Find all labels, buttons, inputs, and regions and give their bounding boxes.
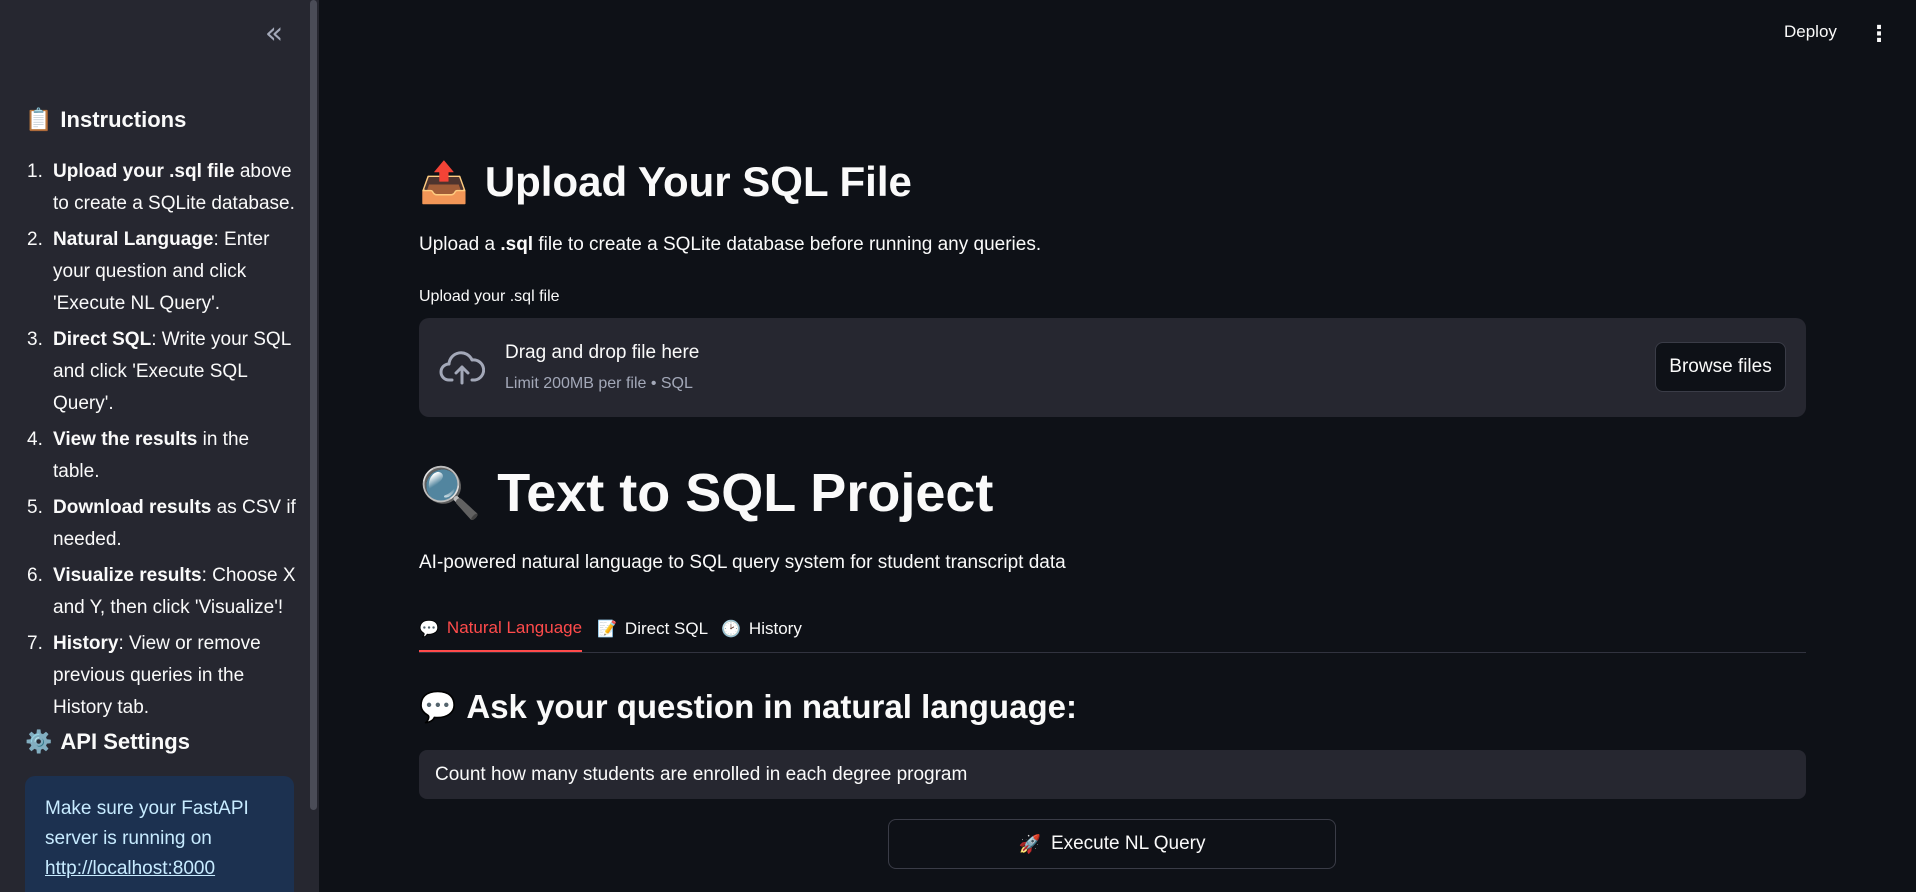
item-number: 3. [27, 329, 43, 350]
upload-desc-prefix: Upload a [419, 234, 501, 255]
item-bold: Natural Language [53, 229, 214, 250]
list-item: 2. Natural Language: Enter your question… [27, 224, 299, 320]
instructions-title: Instructions [60, 107, 187, 132]
upload-desc-suffix: file to create a SQLite database before … [533, 234, 1042, 255]
outbox-tray-icon: 📤 [419, 159, 469, 206]
project-heading: 🔍 Text to SQL Project [419, 462, 993, 524]
api-settings-heading: ⚙️ API Settings [25, 729, 190, 755]
item-number: 5. [27, 497, 43, 518]
api-url-link[interactable]: http://localhost:8000 [45, 858, 215, 879]
item-number: 4. [27, 429, 43, 450]
upload-title: Upload Your SQL File [484, 158, 912, 205]
tab-bar: 💬 Natural Language 📝 Direct SQL 🕑 Histor… [419, 606, 1806, 653]
api-settings-title: API Settings [60, 729, 190, 754]
tab-label: Direct SQL [624, 618, 709, 638]
browse-files-button[interactable]: Browse files [1655, 342, 1786, 392]
instructions-heading: 📋 Instructions [25, 107, 186, 133]
tab-label: History [748, 618, 802, 638]
sidebar: « 📋 Instructions 1. Upload your .sql fil… [0, 0, 319, 892]
file-dropzone[interactable]: Drag and drop file here Limit 200MB per … [419, 318, 1806, 417]
tab-direct-sql[interactable]: 📝 Direct SQL [597, 606, 708, 651]
more-menu-icon[interactable]: ⋮ [1868, 18, 1890, 50]
item-bold: Download results [53, 497, 212, 518]
deploy-button[interactable]: Deploy [1784, 22, 1837, 42]
cloud-upload-icon [439, 351, 485, 385]
item-bold: Visualize results [53, 565, 202, 586]
nl-heading: 💬 Ask your question in natural language: [419, 688, 1077, 726]
upload-description: Upload a .sql file to create a SQLite da… [419, 234, 1041, 256]
api-info-text: Make sure your FastAPI server is running… [45, 798, 249, 849]
item-bold: View the results [53, 429, 198, 450]
execute-label: Execute NL Query [1050, 833, 1206, 854]
tab-label: Natural Language [446, 618, 583, 637]
list-item: 4. View the results in the table. [27, 424, 299, 488]
upload-heading: 📤 Upload Your SQL File [419, 158, 912, 206]
dropzone-subtitle: Limit 200MB per file • SQL [505, 375, 693, 392]
item-number: 7. [27, 633, 43, 654]
list-item: 5. Download results as CSV if needed. [27, 492, 299, 556]
item-number: 6. [27, 565, 43, 586]
gear-icon: ⚙️ [25, 729, 53, 755]
project-title: Text to SQL Project [497, 463, 994, 523]
dropzone-title: Drag and drop file here [505, 342, 700, 363]
item-number: 2. [27, 229, 43, 250]
rocket-icon: 🚀 [1018, 833, 1041, 855]
item-bold: Upload your .sql file [53, 161, 235, 182]
item-bold: History [53, 633, 119, 654]
speech-bubble-icon: 💬 [419, 618, 439, 638]
clock-icon: 🕑 [721, 619, 741, 638]
item-bold: Direct SQL [53, 329, 152, 350]
nl-heading-text: Ask your question in natural language: [466, 688, 1077, 725]
api-info-box: Make sure your FastAPI server is running… [25, 776, 294, 892]
list-item: 3. Direct SQL: Write your SQL and click … [27, 324, 299, 420]
upload-desc-bold: .sql [500, 234, 534, 255]
upload-field-label: Upload your .sql file [419, 288, 560, 305]
speech-bubble-icon: 💬 [419, 689, 457, 725]
sidebar-scrollbar[interactable] [310, 0, 317, 810]
list-item: 7. History: View or remove previous quer… [27, 628, 299, 724]
list-item: 1. Upload your .sql file above to create… [27, 156, 299, 220]
execute-nl-query-button[interactable]: 🚀 Execute NL Query [888, 819, 1336, 869]
memo-icon: 📝 [597, 619, 617, 638]
item-number: 1. [27, 161, 43, 182]
tab-history[interactable]: 🕑 History [721, 606, 802, 651]
clipboard-icon: 📋 [25, 107, 53, 133]
collapse-sidebar-icon[interactable]: « [260, 19, 288, 49]
instructions-list: 1. Upload your .sql file above to create… [27, 156, 299, 728]
nl-query-input[interactable] [419, 750, 1806, 799]
tab-natural-language[interactable]: 💬 Natural Language [419, 606, 583, 652]
magnifier-icon: 🔍 [419, 463, 482, 522]
project-subtitle: AI-powered natural language to SQL query… [419, 552, 1066, 573]
list-item: 6. Visualize results: Choose X and Y, th… [27, 560, 299, 624]
